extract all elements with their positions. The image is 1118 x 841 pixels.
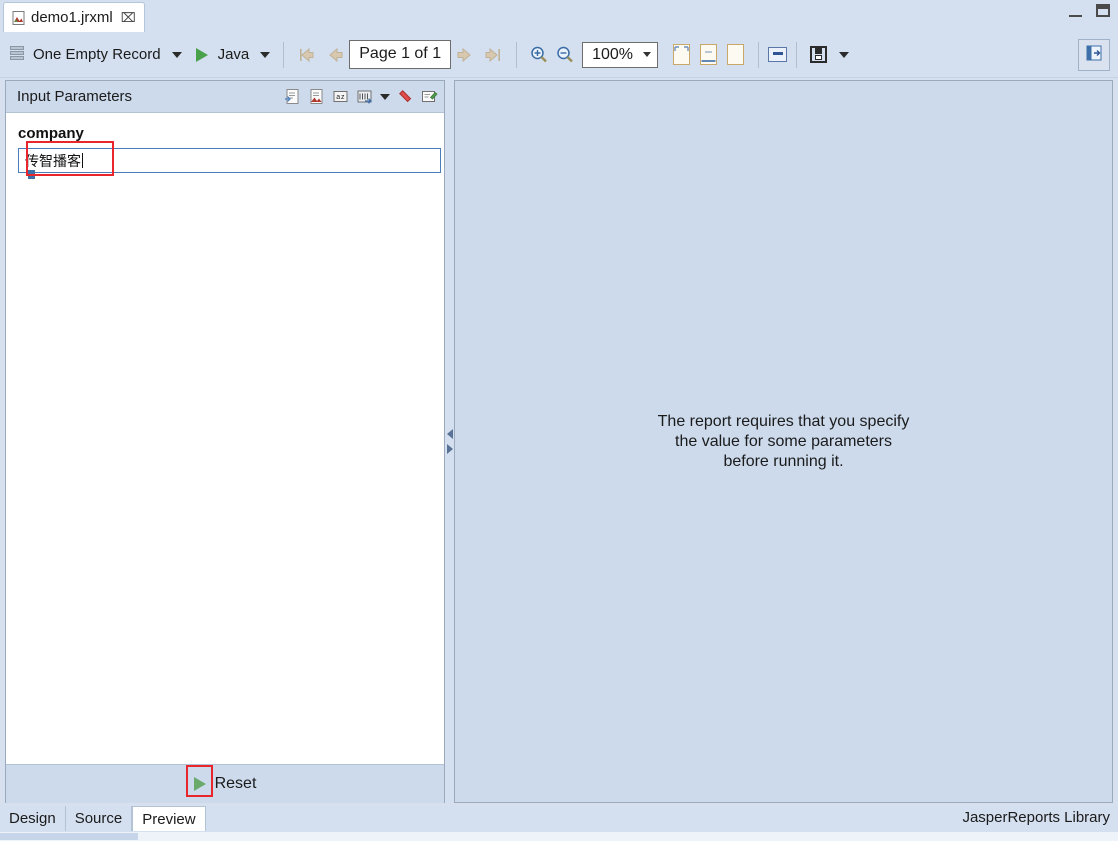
chevron-down-icon[interactable] (172, 52, 182, 58)
load-parameters-icon[interactable] (284, 88, 301, 105)
export-icon (768, 47, 787, 62)
collapse-right-icon[interactable] (447, 444, 453, 454)
library-status-label: JasperReports Library (962, 809, 1110, 826)
maximize-button[interactable] (1096, 4, 1110, 17)
preview-message: The report requires that you specify the… (658, 412, 910, 472)
window-controls (1069, 4, 1110, 17)
preview-toolbar: One Empty Record Java Page 1 of 1 (0, 32, 1118, 78)
application-window: demo1.jrxml ⌧ One Empty Record Java (0, 0, 1118, 841)
scrollbar-thumb[interactable] (0, 833, 138, 840)
chevron-down-icon[interactable] (839, 52, 849, 58)
toolbar-divider (516, 42, 517, 68)
chevron-down-icon[interactable] (380, 94, 390, 100)
save-icon (810, 46, 827, 63)
title-tab-bar: demo1.jrxml ⌧ (0, 0, 1118, 32)
toolbar-divider (758, 42, 759, 68)
language-selector[interactable]: Java (218, 46, 275, 63)
tab-design[interactable]: Design (0, 806, 66, 831)
parameter-input-company[interactable]: 传智播客 (18, 148, 441, 173)
editor-mode-tabs: Design Source Preview JasperReports Libr… (0, 806, 1118, 832)
reset-button[interactable]: Reset (194, 775, 257, 793)
tab-preview[interactable]: Preview (132, 806, 205, 831)
zoom-level-value: 100% (592, 46, 633, 64)
zoom-out-icon[interactable] (555, 45, 575, 65)
zoom-level-select[interactable]: 100% (582, 42, 658, 68)
close-icon[interactable]: ⌧ (121, 11, 136, 24)
preview-message-line-1: The report requires that you specify (658, 412, 910, 432)
filter-icon[interactable] (356, 88, 373, 105)
language-label: Java (218, 46, 250, 63)
parameter-input-value: 传智播客 (25, 151, 81, 171)
save-button[interactable] (806, 46, 853, 63)
nav-next-page-icon[interactable] (454, 44, 476, 66)
zoom-in-icon[interactable] (529, 45, 549, 65)
svg-text:z: z (341, 94, 345, 101)
editor-tab-label: demo1.jrxml (31, 9, 113, 26)
datasource-label: One Empty Record (33, 46, 161, 63)
fit-width-icon[interactable] (700, 44, 717, 65)
toolbar-divider (283, 42, 284, 68)
toolbar-divider (796, 42, 797, 68)
minimize-button[interactable] (1069, 5, 1082, 17)
datasource-selector[interactable]: One Empty Record (10, 46, 186, 63)
preview-message-line-3: before running it. (658, 452, 910, 472)
panel-splitter[interactable] (445, 80, 454, 803)
panel-title: Input Parameters (17, 88, 132, 105)
panel-toolbar: a z (284, 88, 438, 105)
parameters-form: company 传智播客 (6, 113, 444, 764)
run-report-button[interactable] (196, 48, 208, 62)
eraser-icon[interactable] (393, 84, 417, 108)
editor-tab-demo1[interactable]: demo1.jrxml ⌧ (3, 2, 145, 32)
jrxml-file-icon (11, 10, 27, 26)
toggle-right-panel-icon (1085, 44, 1103, 67)
page-indicator[interactable]: Page 1 of 1 (349, 40, 451, 68)
edit-parameters-icon[interactable] (421, 88, 438, 105)
svg-text:a: a (336, 94, 340, 101)
chevron-down-icon[interactable] (260, 52, 270, 58)
run-play-icon (196, 48, 208, 62)
collapse-left-icon[interactable] (447, 429, 453, 439)
nav-first-page-icon[interactable] (296, 44, 318, 66)
save-parameters-icon[interactable] (308, 88, 325, 105)
highlight-box-reset (186, 765, 213, 797)
chevron-down-icon[interactable] (643, 52, 651, 57)
export-button[interactable] (768, 47, 787, 62)
sort-az-icon[interactable]: a z (332, 88, 349, 105)
nav-last-page-icon[interactable] (482, 44, 504, 66)
toggle-right-panel-button[interactable] (1078, 39, 1110, 71)
input-parameters-panel: Input Parameters (5, 80, 445, 803)
nav-previous-page-icon[interactable] (324, 44, 346, 66)
fit-page-icon[interactable] (673, 44, 690, 65)
parameter-row-company: 传智播客 (18, 148, 438, 173)
text-cursor (82, 153, 83, 168)
parameter-type-marker (28, 170, 35, 179)
actual-size-icon[interactable] (727, 44, 744, 65)
parameter-label-company: company (18, 125, 438, 142)
preview-message-line-2: the value for some parameters (658, 432, 910, 452)
horizontal-scrollbar[interactable] (0, 832, 1118, 841)
tab-source[interactable]: Source (66, 806, 133, 831)
report-preview-panel: The report requires that you specify the… (454, 80, 1113, 803)
reset-label: Reset (215, 775, 257, 793)
parameters-footer: Reset (6, 764, 444, 803)
database-icon (10, 46, 24, 63)
input-parameters-header: Input Parameters (6, 81, 444, 113)
